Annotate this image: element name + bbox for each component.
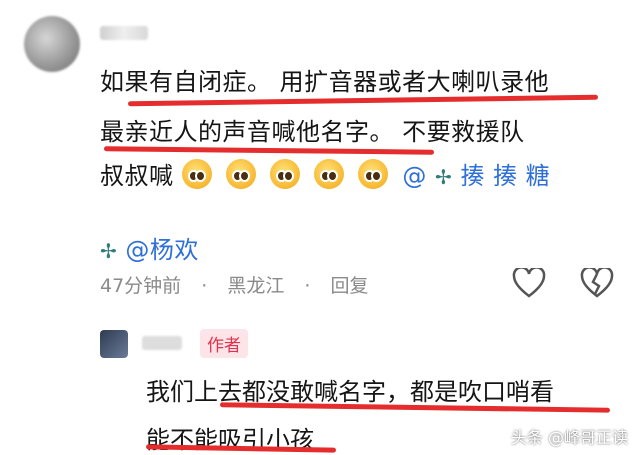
separator-dot: · — [201, 275, 208, 297]
red-underline-2 — [103, 146, 435, 155]
comment-location: 黑龙江 — [227, 275, 285, 297]
dislike-broken-heart-icon[interactable] — [580, 268, 614, 298]
author-badge: 作者 — [200, 329, 248, 358]
mention-user[interactable]: @杨欢 — [125, 236, 199, 264]
ornament-icon: ✢ — [434, 165, 453, 189]
pleading-face-emoji-icon — [269, 159, 300, 189]
author-avatar[interactable] — [100, 330, 128, 358]
like-heart-icon[interactable] — [512, 268, 546, 298]
crying-face-emoji-icon — [314, 159, 345, 189]
comment-meta: 47分钟前 · 黑龙江 · 回复 — [100, 271, 383, 298]
mention-at[interactable]: @ — [402, 162, 427, 190]
tag-3[interactable]: 糖 — [526, 162, 551, 190]
tag-2[interactable]: 揍 — [493, 162, 518, 190]
ornament-icon: ✢ — [100, 239, 118, 263]
reply-button[interactable]: 回复 — [330, 275, 368, 297]
reply-line-1: 我们上去都没敢喊名字，都是吹口哨看 — [146, 378, 554, 406]
comment-line-3-text: 叔叔喊 — [100, 162, 174, 190]
comment-line-1: 如果有自闭症。 用扩音器或者大喇叭录他 — [100, 68, 550, 96]
pleading-face-emoji-icon — [181, 159, 212, 189]
comment-line-3: 叔叔喊 @ ✢ 揍 揍 糖 — [100, 156, 550, 191]
tag-1[interactable]: 揍 — [460, 162, 485, 190]
author-name-blurred[interactable] — [142, 336, 182, 350]
comment-time: 47分钟前 — [100, 275, 182, 297]
crying-face-emoji-icon — [225, 159, 256, 189]
watermark: 头条 @峰哥正读 — [510, 428, 628, 447]
mention-line: ✢ @杨欢 — [100, 230, 199, 265]
comment-line-2: 最亲近人的声音喊他名字。 不要救援队 — [100, 118, 525, 146]
commenter-name-blurred[interactable] — [100, 26, 148, 40]
crying-face-emoji-icon — [358, 159, 389, 189]
commenter-avatar[interactable] — [24, 16, 80, 72]
separator-dot: · — [304, 275, 311, 297]
